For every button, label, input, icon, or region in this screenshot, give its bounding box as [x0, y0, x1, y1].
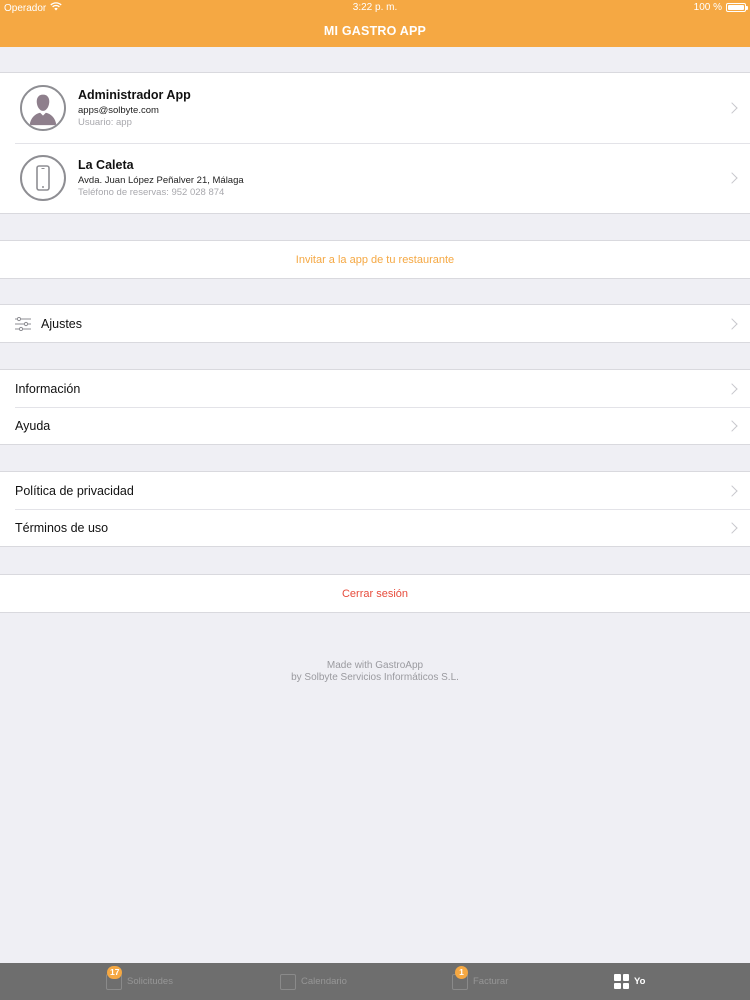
calendar-icon: [280, 973, 296, 990]
chevron-right-icon: [726, 419, 738, 432]
chevron-right-icon: [726, 102, 738, 114]
legal-group: Política de privacidad Términos de uso: [0, 471, 750, 547]
battery-icon: [726, 3, 748, 12]
tab-yo[interactable]: Yo: [614, 963, 645, 1000]
terms-of-use-label: Términos de uso: [15, 520, 109, 535]
help-label: Ayuda: [15, 418, 51, 433]
tab-calendario-label: Calendario: [301, 976, 347, 987]
info-group: Información Ayuda: [0, 369, 750, 445]
facturar-badge: 1: [455, 966, 468, 979]
help-row[interactable]: Ayuda: [0, 407, 750, 444]
status-bar: Operador 3:22 p. m. 100 %: [0, 0, 750, 16]
restaurant-address: Avda. Juan López Peñalver 21, Málaga: [78, 175, 244, 186]
footer-line-2: by Solbyte Servicios Informáticos S.L.: [291, 672, 459, 683]
solicitudes-badge: 17: [107, 966, 123, 979]
chevron-right-icon: [726, 484, 738, 497]
privacy-policy-label: Política de privacidad: [15, 483, 134, 498]
settings-label: Ajustes: [41, 316, 82, 331]
status-time: 3:22 p. m.: [352, 2, 398, 13]
chevron-right-icon: [726, 382, 738, 395]
tab-yo-label: Yo: [634, 976, 646, 987]
profile-group: Administrador App apps@solbyte.com Usuar…: [0, 72, 750, 214]
phone-icon: [20, 155, 66, 201]
nav-title: MI GASTRO APP: [0, 16, 750, 47]
user-profile-row[interactable]: Administrador App apps@solbyte.com Usuar…: [0, 73, 750, 143]
user-email: apps@solbyte.com: [78, 105, 159, 116]
tab-solicitudes-label: Solicitudes: [127, 976, 173, 987]
logout-button[interactable]: Cerrar sesión: [0, 575, 750, 612]
settings-group: Ajustes: [0, 304, 750, 343]
user-name: Administrador App: [78, 88, 191, 102]
settings-row[interactable]: Ajustes: [0, 305, 750, 342]
restaurant-phone: Teléfono de reservas: 952 028 874: [78, 187, 225, 198]
footer-line-1: Made with GastroApp: [326, 660, 424, 671]
chevron-right-icon: [726, 172, 738, 184]
tab-facturar-label: Facturar: [473, 976, 509, 987]
person-silhouette-icon: [20, 85, 66, 131]
tab-calendario[interactable]: Calendario: [280, 963, 347, 1000]
restaurant-name: La Caleta: [78, 158, 134, 172]
user-username: Usuario: app: [78, 117, 132, 128]
sliders-icon: [15, 316, 31, 331]
information-row[interactable]: Información: [0, 370, 750, 407]
tab-bar: Solicitudes 17 Calendario Facturar 1 Yo: [0, 963, 750, 1000]
restaurant-profile-text: La Caleta Avda. Juan López Peñalver 21, …: [78, 158, 244, 198]
chevron-right-icon: [726, 317, 738, 330]
invite-button[interactable]: Invitar a la app de tu restaurante: [0, 241, 750, 278]
footer-credits: Made with GastroApp by Solbyte Servicios…: [0, 660, 750, 684]
status-right: 100 %: [693, 2, 748, 13]
chevron-right-icon: [726, 521, 738, 534]
information-label: Información: [15, 381, 81, 396]
restaurant-profile-row[interactable]: La Caleta Avda. Juan López Peñalver 21, …: [0, 143, 750, 213]
logout-group: Cerrar sesión: [0, 574, 750, 613]
battery-label: 100 %: [693, 2, 722, 13]
user-profile-text: Administrador App apps@solbyte.com Usuar…: [78, 88, 191, 128]
privacy-policy-row[interactable]: Política de privacidad: [0, 472, 750, 509]
invite-group: Invitar a la app de tu restaurante: [0, 240, 750, 279]
terms-of-use-row[interactable]: Términos de uso: [0, 509, 750, 546]
grid-icon: [614, 974, 629, 989]
